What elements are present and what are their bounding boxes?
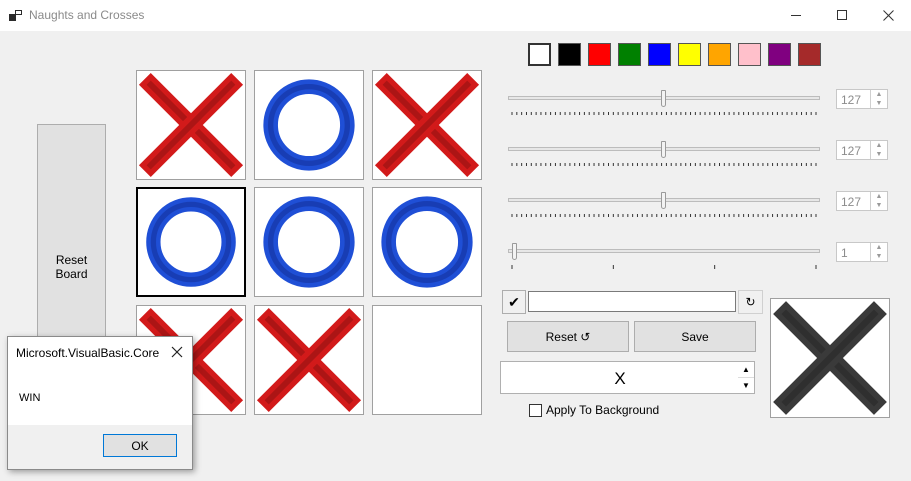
color-swatch-6[interactable]	[678, 43, 701, 66]
symbol-up-button[interactable]: ▲	[738, 362, 754, 378]
reset-color-label: Reset ↺	[545, 329, 591, 344]
slider-value-text: 127	[841, 195, 862, 209]
slider-value-text: 127	[841, 144, 862, 158]
maximize-icon	[836, 10, 847, 20]
reset-board-label-1: Reset	[55, 253, 88, 267]
dialog-close-icon[interactable]	[171, 346, 183, 358]
slider-value-text: 127	[841, 93, 862, 107]
refresh-text-button[interactable]: ↻	[738, 290, 763, 314]
color-swatch-3[interactable]	[588, 43, 611, 66]
apply-background-checkbox[interactable]	[529, 404, 542, 417]
board-cell-8[interactable]	[254, 305, 364, 415]
ok-button[interactable]: OK	[103, 434, 177, 457]
board-cell-6[interactable]	[372, 187, 482, 297]
color-swatch-8[interactable]	[738, 43, 761, 66]
slider-ticks	[511, 112, 817, 115]
minimize-button[interactable]	[773, 0, 819, 31]
spin-up-icon[interactable]: ▲	[871, 192, 887, 201]
circle-icon	[381, 196, 473, 288]
slider-thumb[interactable]	[512, 243, 517, 260]
board-cell-3[interactable]	[372, 70, 482, 180]
reset-color-button[interactable]: Reset ↺	[507, 321, 629, 352]
message-dialog: Microsoft.VisualBasic.Core WIN OK	[7, 336, 193, 470]
spin-down-icon[interactable]: ▼	[871, 201, 887, 210]
slider-thumb[interactable]	[660, 90, 666, 107]
board-cell-1[interactable]	[136, 70, 246, 180]
dialog-footer: OK	[8, 425, 192, 469]
symbol-value: X	[614, 369, 626, 388]
slider-value-1[interactable]: 127 ▲ ▼	[836, 89, 888, 109]
cross-icon	[374, 72, 480, 178]
minimize-icon	[790, 15, 801, 16]
reset-board-label-2: Board	[55, 267, 88, 281]
color-swatch-9[interactable]	[768, 43, 791, 66]
slider-value-2[interactable]: 127 ▲ ▼	[836, 140, 888, 160]
spin-down-icon[interactable]: ▼	[871, 150, 887, 159]
check-icon: ✔	[508, 293, 520, 310]
symbol-spinner: ▲ ▼	[738, 362, 754, 393]
slider-ticks	[511, 265, 817, 269]
maximize-button[interactable]	[819, 0, 865, 31]
slider-ticks	[511, 163, 817, 166]
slider-value-3[interactable]: 127 ▲ ▼	[836, 191, 888, 211]
symbol-down-button[interactable]: ▼	[738, 378, 754, 393]
slider-thumb[interactable]	[660, 192, 666, 209]
slider-track[interactable]	[508, 249, 820, 253]
dialog-message: WIN	[19, 392, 41, 404]
save-button[interactable]: Save	[634, 321, 756, 352]
circle-icon	[146, 197, 236, 287]
board-cell-4[interactable]	[136, 187, 246, 297]
spinner-arrows[interactable]: ▲ ▼	[870, 90, 887, 108]
cross-icon	[138, 72, 244, 178]
close-button[interactable]	[865, 0, 911, 31]
color-swatch-4[interactable]	[618, 43, 641, 66]
apply-text-button[interactable]: ✔	[502, 290, 526, 314]
circle-icon	[263, 196, 355, 288]
dialog-title: Microsoft.VisualBasic.Core	[16, 346, 160, 360]
spinner-arrows[interactable]: ▲ ▼	[870, 141, 887, 159]
color-swatch-10[interactable]	[798, 43, 821, 66]
refresh-icon: ↻	[745, 295, 756, 309]
board-cell-5[interactable]	[254, 187, 364, 297]
spin-down-icon[interactable]: ▼	[871, 99, 887, 108]
ok-label: OK	[131, 438, 149, 453]
color-swatch-7[interactable]	[708, 43, 731, 66]
symbol-selector[interactable]: X ▲ ▼	[500, 361, 755, 394]
preview-x-icon	[773, 301, 887, 415]
spin-up-icon[interactable]: ▲	[871, 90, 887, 99]
close-icon	[882, 10, 894, 21]
apply-background-label: Apply To Background	[546, 403, 660, 417]
circle-icon	[263, 79, 355, 171]
symbol-preview	[770, 298, 890, 418]
board-cell-2[interactable]	[254, 70, 364, 180]
spinner-arrows[interactable]: ▲ ▼	[870, 243, 887, 261]
color-swatch-5[interactable]	[648, 43, 671, 66]
spinner-arrows[interactable]: ▲ ▼	[870, 192, 887, 210]
slider-ticks	[511, 214, 817, 217]
slider-value-text: 1	[841, 246, 848, 260]
slider-value-4[interactable]: 1 ▲ ▼	[836, 242, 888, 262]
cross-icon	[256, 307, 362, 413]
slider-thumb[interactable]	[660, 141, 666, 158]
color-swatch-1[interactable]	[528, 43, 551, 66]
window-title: Naughts and Crosses	[29, 8, 145, 22]
spin-up-icon[interactable]: ▲	[871, 243, 887, 252]
text-input[interactable]	[528, 291, 736, 312]
color-swatch-2[interactable]	[558, 43, 581, 66]
spin-up-icon[interactable]: ▲	[871, 141, 887, 150]
board-cell-9[interactable]	[372, 305, 482, 415]
save-label: Save	[681, 329, 709, 344]
app-icon	[9, 10, 22, 21]
title-bar: Naughts and Crosses	[0, 0, 911, 31]
spin-down-icon[interactable]: ▼	[871, 252, 887, 261]
